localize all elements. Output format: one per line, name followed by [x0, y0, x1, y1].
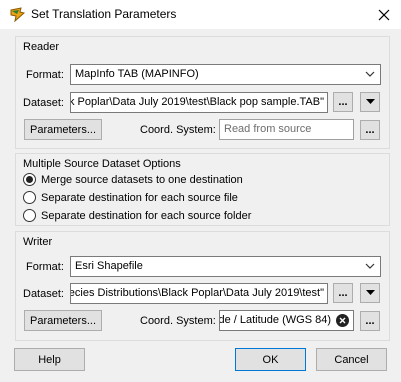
writer-coord-browse-label: ... — [365, 315, 375, 327]
writer-parameters-button[interactable]: Parameters... — [24, 310, 102, 331]
reader-parameters-button[interactable]: Parameters... — [24, 119, 102, 140]
reader-dataset-label: Dataset: — [23, 97, 64, 109]
radio-button-checked[interactable] — [23, 173, 36, 186]
writer-dataset-dropdown-button[interactable] — [360, 283, 380, 303]
reader-coord-placeholder: Read from source — [224, 123, 312, 135]
help-button[interactable]: Help — [14, 348, 85, 371]
writer-coord-label: Coord. System: — [140, 315, 216, 327]
radio-merge-option[interactable]: Merge source datasets to one destination — [23, 173, 243, 186]
reader-coord-browse-label: ... — [365, 124, 375, 136]
fme-app-icon — [10, 7, 26, 23]
help-button-label: Help — [38, 353, 61, 366]
chevron-down-icon — [365, 263, 375, 269]
reader-format-value: MapInfo TAB (MAPINFO) — [75, 68, 199, 80]
writer-dataset-browse-label: ... — [338, 287, 348, 299]
multiple-source-group-title: Multiple Source Dataset Options — [23, 158, 181, 170]
triangle-down-icon — [365, 290, 375, 295]
radio-separate-folder-option[interactable]: Separate destination for each source fol… — [23, 209, 251, 222]
writer-parameters-label: Parameters... — [29, 314, 97, 327]
writer-dataset-field[interactable]: \\Field Mapping Data\Species Distributio… — [70, 283, 328, 304]
writer-dataset-value: \\Field Mapping Data\Species Distributio… — [71, 287, 324, 299]
writer-dataset-browse-button[interactable]: ... — [333, 283, 353, 303]
radio-separate-file-option[interactable]: Separate destination for each source fil… — [23, 191, 238, 204]
reader-dataset-field[interactable]: \\Field Mapping Data\Species Distributio… — [70, 92, 328, 113]
cancel-button[interactable]: Cancel — [316, 348, 387, 371]
reader-dataset-value: \\Field Mapping Data\Species Distributio… — [71, 96, 324, 108]
reader-parameters-label: Parameters... — [29, 123, 97, 136]
reader-coord-field[interactable]: Read from source — [219, 119, 354, 140]
close-button[interactable] — [367, 0, 401, 29]
chevron-down-icon — [365, 71, 375, 77]
writer-group-title: Writer — [23, 236, 53, 248]
reader-format-select[interactable]: MapInfo TAB (MAPINFO) — [70, 64, 381, 85]
ok-button[interactable]: OK — [235, 348, 306, 371]
reader-dataset-browse-button[interactable]: ... — [333, 92, 353, 112]
cancel-button-label: Cancel — [334, 353, 369, 366]
writer-coord-value: LL84 - Longitude / Latitude (WGS 84) — [219, 314, 331, 326]
reader-coord-browse-button[interactable]: ... — [360, 120, 380, 140]
writer-format-label: Format: — [26, 261, 64, 273]
clear-icon[interactable] — [336, 314, 349, 327]
writer-format-select[interactable]: Esri Shapefile — [70, 256, 381, 277]
writer-dataset-label: Dataset: — [23, 288, 64, 300]
close-icon — [378, 9, 390, 20]
radio-button[interactable] — [23, 209, 36, 222]
reader-group-title: Reader — [23, 41, 60, 53]
triangle-down-icon — [365, 99, 375, 104]
radio-merge-label: Merge source datasets to one destination — [41, 173, 243, 186]
ok-button-label: OK — [262, 353, 279, 366]
radio-button[interactable] — [23, 191, 36, 204]
writer-format-value: Esri Shapefile — [75, 260, 143, 272]
reader-coord-label: Coord. System: — [140, 124, 216, 136]
writer-coord-browse-button[interactable]: ... — [360, 311, 380, 331]
reader-format-label: Format: — [26, 69, 64, 81]
radio-separate-folder-label: Separate destination for each source fol… — [41, 209, 252, 222]
reader-dataset-dropdown-button[interactable] — [360, 92, 380, 112]
reader-dataset-browse-label: ... — [338, 96, 348, 108]
title-bar: Set Translation Parameters — [0, 0, 401, 29]
writer-coord-field[interactable]: LL84 - Longitude / Latitude (WGS 84) — [219, 310, 354, 331]
window-title: Set Translation Parameters — [31, 7, 177, 21]
radio-separate-file-label: Separate destination for each source fil… — [41, 191, 238, 204]
